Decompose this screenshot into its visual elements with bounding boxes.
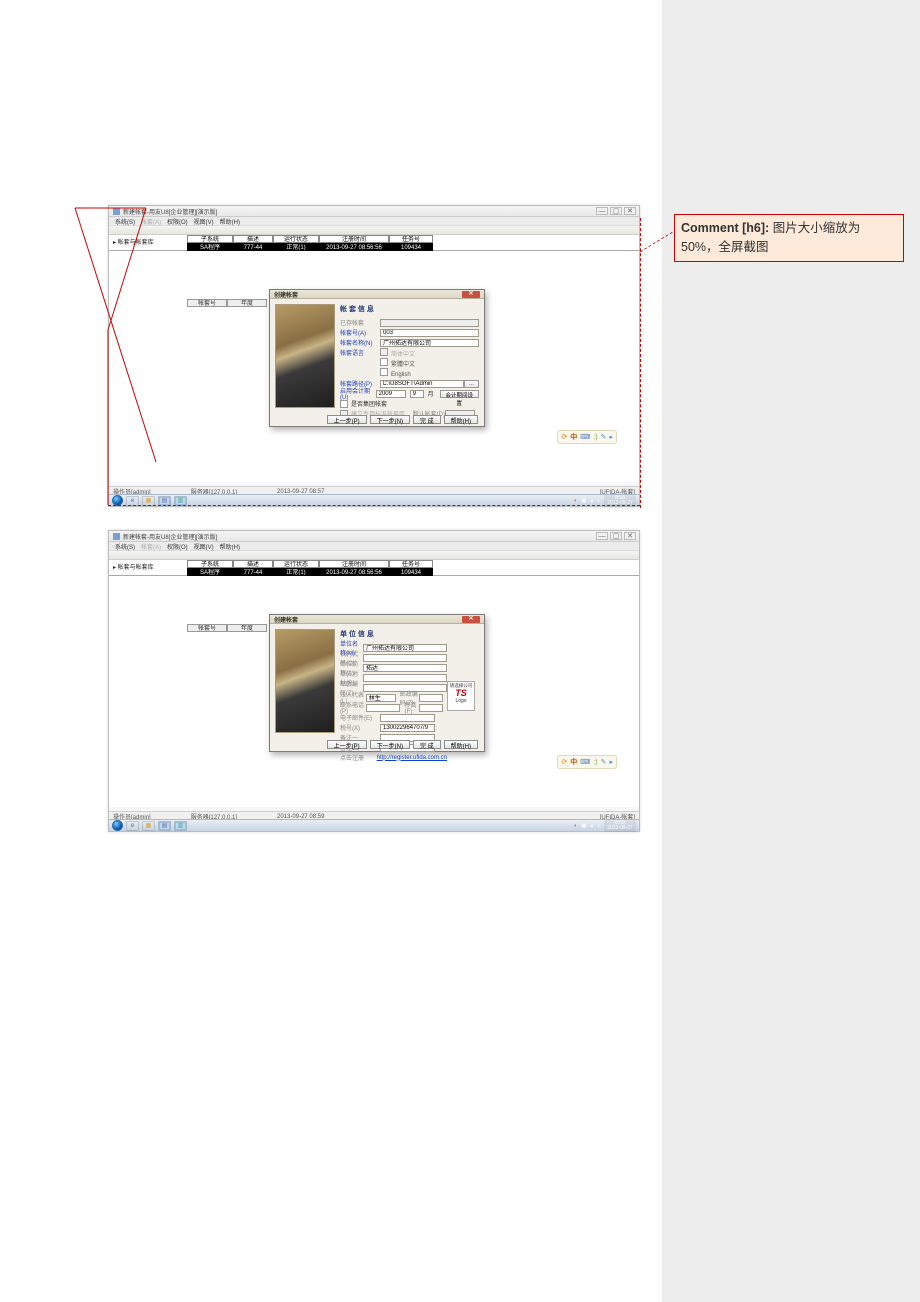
taskbar-explorer-icon[interactable]: ▦ xyxy=(142,821,155,831)
input-fax[interactable] xyxy=(419,704,443,712)
menubar: 系统(S) 帐套(A) 权限(O) 视图(V) 帮助(H) xyxy=(109,542,639,551)
tray-icon-cn[interactable]: 中 xyxy=(570,757,577,767)
col-desc: 描述 xyxy=(233,560,273,568)
wizard-sidebar-image xyxy=(275,629,335,733)
menu-view[interactable]: 视图(V) xyxy=(194,542,214,551)
cell-regtime[interactable]: 2013-09-27 08:56:56 xyxy=(319,568,389,576)
register-link[interactable]: http://register.ufida.com.cn xyxy=(377,755,447,761)
systray-icon[interactable]: ◐ xyxy=(574,823,577,829)
start-orb[interactable] xyxy=(112,820,123,831)
wizard-form-area: 单 位 信 息 单位名称(M) 机构代码(O) 单位简称(A) 单位地址(R) … xyxy=(340,627,479,735)
label-register: 点击注册 xyxy=(340,753,377,762)
wizard-button-row: 上一步(P) 下一步(N) 完 成 帮助(H) xyxy=(270,740,484,749)
taskbar-ie-icon[interactable]: e xyxy=(126,821,139,831)
menu-help[interactable]: 帮助(H) xyxy=(220,542,240,551)
taskbar: e ▦ ▤ ▥ ◐ ▣ ▴ ♪ 8:59 2013-09-27 xyxy=(109,819,639,831)
highlight-right-edge xyxy=(640,218,641,508)
systray-icon[interactable]: ♪ xyxy=(597,823,600,829)
tray-icon-refresh[interactable]: ⟳ xyxy=(561,758,567,766)
cell-taskno[interactable]: 109434 xyxy=(389,568,433,576)
wizard-finish-button[interactable]: 完 成 xyxy=(413,740,441,749)
col-taskno: 任务号 xyxy=(389,560,433,568)
comment-tag: Comment [h6]: xyxy=(681,221,769,235)
input-company[interactable] xyxy=(363,644,447,652)
wizard-title-text: 创建帐套 xyxy=(274,615,298,624)
wizard-help-button[interactable]: 帮助(H) xyxy=(444,740,478,749)
tray-icon-kbd[interactable]: ⌨ xyxy=(580,758,590,766)
tree-root-label[interactable]: ▸ 帐套与帐套库 xyxy=(113,562,154,571)
input-legal[interactable] xyxy=(366,694,396,702)
cell-status[interactable]: 正常(1) xyxy=(273,568,319,576)
col-regtime: 注册时间 xyxy=(319,560,389,568)
input-phone[interactable] xyxy=(366,704,400,712)
menu-account[interactable]: 帐套(A) xyxy=(141,542,161,551)
main-body-area: 帐套号 年度 创建帐套 ✕ 单 位 信 息 单位名称(M) 机构代码(O) 单位… xyxy=(109,576,639,807)
label-tax: 税号(X) xyxy=(340,723,380,732)
taskbar-app2-icon[interactable]: ▥ xyxy=(174,821,187,831)
systray-icon[interactable]: ▣ xyxy=(581,823,586,829)
systray-icon[interactable]: ▴ xyxy=(590,823,593,829)
sub-grid-header: 帐套号 年度 xyxy=(187,624,267,632)
wizard-titlebar: 创建帐套 ✕ xyxy=(270,615,484,624)
input-addr[interactable] xyxy=(363,674,447,682)
tray-icon-pen[interactable]: ✎ xyxy=(601,758,607,766)
minimize-button[interactable]: — xyxy=(596,532,608,540)
wizard-next-button[interactable]: 下一步(N) xyxy=(370,740,410,749)
window-titlebar: 新建帐套-用友U8[企业管理][演示版] — ▢ ✕ xyxy=(109,531,639,542)
page-margin-shade xyxy=(662,0,920,1302)
wizard-close-button[interactable]: ✕ xyxy=(462,616,480,623)
input-email[interactable] xyxy=(380,714,435,722)
window-title: 新建帐套-用友U8[企业管理][演示版] xyxy=(123,532,217,541)
col-subsystem: 子系统 xyxy=(187,560,233,568)
tray-icon-face[interactable]: :) xyxy=(593,759,597,766)
cell-desc[interactable]: 777-44 xyxy=(233,568,273,576)
input-orgcode[interactable] xyxy=(363,654,447,662)
ime-tray[interactable]: ⟳ 中 ⌨ :) ✎ ▸ xyxy=(557,755,617,769)
main-grid-header: ▸ 帐套与帐套库 子系统 描述 运行状态 注册时间 任务号 SA程序 777-4… xyxy=(109,560,639,576)
maximize-button[interactable]: ▢ xyxy=(610,532,622,540)
label-email: 电子邮件(E) xyxy=(340,713,380,722)
col-status: 运行状态 xyxy=(273,560,319,568)
input-zip2[interactable] xyxy=(419,694,443,702)
toolbar xyxy=(109,551,639,560)
subcol-year: 年度 xyxy=(227,624,267,632)
wizard-prev-button[interactable]: 上一步(P) xyxy=(327,740,367,749)
menu-permission[interactable]: 权限(O) xyxy=(167,542,188,551)
menu-system[interactable]: 系统(S) xyxy=(115,542,135,551)
logo-mark: TS xyxy=(448,689,474,698)
taskbar-app1-icon[interactable]: ▤ xyxy=(158,821,171,831)
highlight-bottom-edge xyxy=(108,505,640,506)
logo-picker[interactable]: 请选择公司 TS Logo xyxy=(447,681,475,711)
comment-balloon: Comment [h6]: 图片大小缩放为50%，全屏截图 xyxy=(674,214,904,262)
company-info-wizard: 创建帐套 ✕ 单 位 信 息 单位名称(M) 机构代码(O) 单位简称(A) 单… xyxy=(269,614,485,752)
subcol-acctno: 帐套号 xyxy=(187,624,227,632)
taskbar-clock[interactable]: 8:59 2013-09-27 xyxy=(604,820,636,832)
comment-connector xyxy=(0,0,700,520)
screenshot-2: 新建帐套-用友U8[企业管理][演示版] — ▢ ✕ 系统(S) 帐套(A) 权… xyxy=(108,530,640,832)
app-icon xyxy=(113,533,120,540)
input-short[interactable] xyxy=(363,664,447,672)
cell-subsystem[interactable]: SA程序 xyxy=(187,568,233,576)
close-button[interactable]: ✕ xyxy=(624,532,636,540)
input-tax[interactable] xyxy=(380,724,435,732)
tray-icon-play[interactable]: ▸ xyxy=(609,758,613,766)
logo-text: Logo xyxy=(448,698,474,704)
